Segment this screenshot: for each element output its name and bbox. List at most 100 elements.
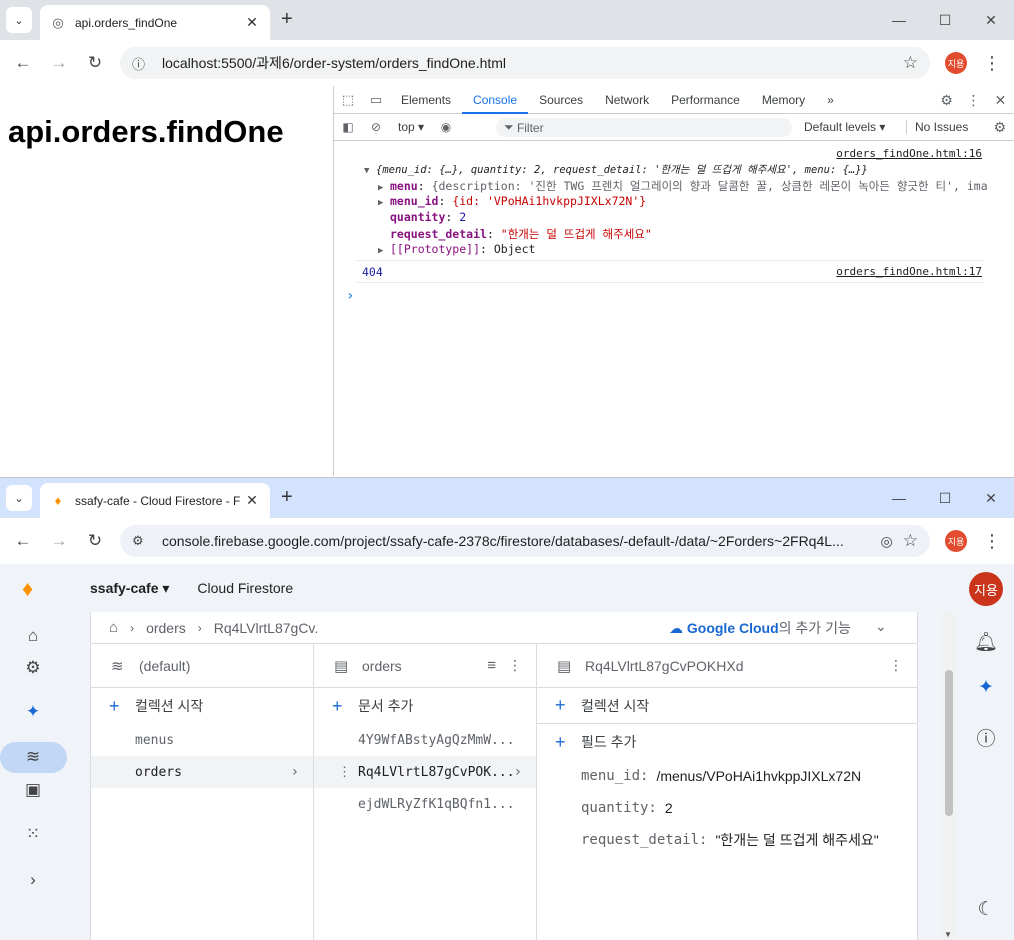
maximize-icon[interactable]: ☐: [922, 0, 968, 40]
console-settings-icon[interactable]: ⚙: [993, 119, 1006, 136]
home-icon[interactable]: ⌂: [22, 626, 44, 646]
bookmark-star-icon[interactable]: ☆: [903, 53, 918, 73]
close-tab-icon[interactable]: ✕: [244, 14, 260, 31]
address-bar[interactable]: ⓘ localhost:5500/과제6/order-system/orders…: [120, 47, 930, 79]
more-tabs-icon[interactable]: »: [816, 86, 845, 114]
tab-elements[interactable]: Elements: [390, 86, 462, 114]
issues-counter[interactable]: No Issues: [906, 120, 968, 134]
tab-search-button[interactable]: ⌄: [6, 7, 32, 33]
forward-button[interactable]: →: [44, 526, 74, 556]
new-tab-button[interactable]: +: [281, 486, 293, 508]
browser-tab[interactable]: ♦ ssafy-cafe - Cloud Firestore - F ✕: [40, 483, 270, 518]
prop-prototype-row[interactable]: ▶ [[Prototype]]: Object: [378, 242, 535, 256]
help-icon[interactable]: ⓘ: [968, 724, 1004, 751]
new-tab-button[interactable]: +: [281, 8, 293, 30]
collapsed-triangle-icon[interactable]: ▶: [378, 246, 390, 256]
browser-tab[interactable]: ◎ api.orders_findOne ✕: [40, 5, 270, 40]
google-cloud-link[interactable]: ☁ Google Cloud의 추가 기능: [669, 618, 851, 638]
drag-dots-icon[interactable]: ⋮: [338, 765, 351, 780]
account-avatar[interactable]: 지용: [969, 572, 1003, 606]
back-button[interactable]: ←: [8, 526, 38, 556]
expand-rail-chevron-icon[interactable]: ›: [22, 870, 44, 890]
tab-network[interactable]: Network: [594, 86, 660, 114]
tab-performance[interactable]: Performance: [660, 86, 751, 114]
maximize-icon[interactable]: ☐: [922, 478, 968, 518]
collection-item-orders[interactable]: orders ›: [91, 756, 313, 788]
document-item[interactable]: 4Y9WfABstyAgQzMmW...: [314, 724, 536, 756]
sidebar-toggle-icon[interactable]: ◧: [334, 120, 362, 134]
source-link-17[interactable]: orders_findOne.html:17: [836, 265, 982, 278]
dark-mode-moon-icon[interactable]: ☾: [968, 898, 1004, 921]
close-window-icon[interactable]: ✕: [968, 478, 1014, 518]
source-link-16[interactable]: orders_findOne.html:16: [836, 147, 982, 160]
console-prompt[interactable]: ›: [346, 288, 354, 304]
log-levels-dropdown[interactable]: Default levels ▾: [804, 120, 885, 134]
bookmark-star-icon[interactable]: ☆: [903, 531, 918, 551]
all-products-grid-icon[interactable]: ⁙: [22, 824, 44, 844]
chrome-menu-icon[interactable]: ⋮: [983, 52, 1001, 74]
notifications-bell-icon[interactable]: 🔔︎: [968, 630, 1004, 654]
collapsed-triangle-icon[interactable]: ▶: [378, 198, 390, 208]
close-window-icon[interactable]: ✕: [968, 0, 1014, 40]
start-subcollection-button[interactable]: + 컬렉션 시작: [537, 688, 917, 724]
devtools-menu-icon[interactable]: ⋮: [960, 92, 987, 109]
chevron-down-icon[interactable]: ⌄: [875, 618, 887, 635]
prop-menu-id-row[interactable]: ▶ menu_id: {id: 'VPoHAi1hvkppJIXLx72N'}: [378, 194, 646, 208]
collection-item-menus[interactable]: menus: [91, 724, 313, 756]
breadcrumb-document[interactable]: Rq4LVlrtL87gCv.: [214, 620, 319, 636]
clear-console-icon[interactable]: ⊘: [362, 120, 390, 134]
breadcrumb-collection[interactable]: orders: [146, 620, 186, 636]
document-item[interactable]: ejdWLRyZfK1qBQfn1...: [314, 788, 536, 820]
field-row[interactable]: quantity: 2: [537, 792, 917, 824]
firestore-icon[interactable]: ≋: [22, 747, 44, 767]
object-summary-row[interactable]: ▼ {menu_id: {…}, quantity: 2, request_det…: [364, 162, 868, 177]
chrome-menu-icon[interactable]: ⋮: [983, 530, 1001, 552]
devtools-close-icon[interactable]: ✕: [987, 92, 1014, 109]
reload-button[interactable]: ↻: [80, 526, 110, 556]
add-field-button[interactable]: + 필드 추가: [537, 724, 917, 760]
start-collection-button[interactable]: + 컬렉션 시작: [91, 688, 313, 724]
settings-gear-icon[interactable]: ⚙: [22, 658, 44, 678]
document-item-selected[interactable]: ⋮ Rq4LVlrtL87gCvPOK... ›: [314, 756, 536, 788]
context-selector[interactable]: top ▾: [390, 120, 432, 134]
filter-list-icon[interactable]: ≡: [487, 657, 496, 674]
firebase-logo-icon[interactable]: ♦: [22, 576, 33, 602]
prop-menu-row[interactable]: ▶ menu: {description: '진한 TWG 프렌치 얼그레이의 향…: [378, 178, 988, 194]
inspect-element-icon[interactable]: ⬚: [334, 92, 362, 108]
gemini-sparkle-icon[interactable]: ✦: [22, 702, 44, 722]
project-selector[interactable]: ssafy-cafe ▾: [90, 580, 169, 597]
back-button[interactable]: ←: [8, 48, 38, 78]
profile-avatar[interactable]: 지용: [945, 530, 967, 552]
tab-console[interactable]: Console: [462, 86, 529, 114]
tab-sources[interactable]: Sources: [528, 86, 594, 114]
console-filter-input[interactable]: ⏷ Filter: [496, 118, 792, 137]
add-document-button[interactable]: + 문서 추가: [314, 688, 536, 724]
devtools-settings-icon[interactable]: ⚙: [933, 92, 960, 109]
live-expression-eye-icon[interactable]: ◉: [432, 120, 460, 134]
document-menu-icon[interactable]: ⋮: [889, 657, 903, 674]
tab-memory[interactable]: Memory: [751, 86, 816, 114]
storage-image-icon[interactable]: ▣: [22, 780, 44, 800]
expand-triangle-icon[interactable]: ▼: [364, 166, 376, 176]
forward-button[interactable]: →: [44, 48, 74, 78]
collapsed-triangle-icon[interactable]: ▶: [378, 183, 390, 193]
info-icon[interactable]: ⓘ: [132, 54, 152, 73]
site-settings-icon[interactable]: ⚙: [132, 533, 152, 549]
tracking-protection-eye-icon[interactable]: ◎: [881, 533, 893, 550]
field-row[interactable]: menu_id: /menus/VPoHAi1hvkppJIXLx72N: [537, 760, 917, 792]
gemini-icon[interactable]: ✦: [968, 676, 1004, 699]
scroll-down-arrow-icon[interactable]: ▼: [944, 930, 952, 939]
minimize-icon[interactable]: —: [876, 0, 922, 40]
close-tab-icon[interactable]: ✕: [244, 492, 260, 509]
home-crumb-icon[interactable]: ⌂: [109, 619, 118, 636]
minimize-icon[interactable]: —: [876, 478, 922, 518]
reload-button[interactable]: ↻: [80, 48, 110, 78]
device-toolbar-icon[interactable]: ▭: [362, 92, 390, 108]
tab-search-button[interactable]: ⌄: [6, 485, 32, 511]
address-bar[interactable]: ⚙ console.firebase.google.com/project/ss…: [120, 525, 930, 557]
profile-avatar[interactable]: 지용: [945, 52, 967, 74]
column-menu-icon[interactable]: ⋮: [508, 657, 522, 674]
page-scrollbar[interactable]: ▼: [942, 612, 956, 940]
scrollbar-thumb[interactable]: [945, 670, 953, 816]
field-row[interactable]: request_detail: "한개는 덜 뜨겁게 해주세요": [537, 824, 917, 856]
